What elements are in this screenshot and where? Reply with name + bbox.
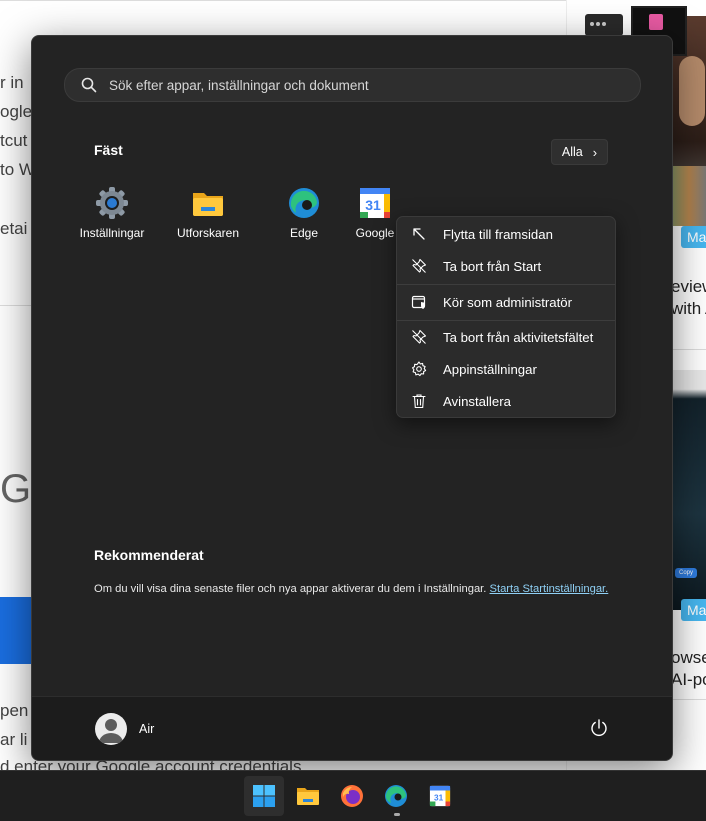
menu-item-label: Avinstallera: [443, 393, 511, 409]
bg-text-fragment: owse: [671, 648, 706, 667]
edge-browser-icon: [287, 186, 321, 220]
trash-icon: [412, 394, 426, 409]
file-explorer-icon: [297, 788, 319, 805]
unpin-icon: [412, 258, 427, 273]
bg-text-fragment: pen: [0, 701, 29, 720]
file-explorer-folder-icon: [191, 186, 225, 220]
menu-item-unpin-from-taskbar[interactable]: Ta bort från aktivitetsfältet: [401, 322, 611, 352]
chevron-right-icon: ›: [592, 144, 598, 160]
menu-item-label: Appinställningar: [443, 361, 537, 377]
recommended-message: Om du vill visa dina senaste filer och n…: [94, 581, 614, 597]
pinned-app-label: Inställningar: [79, 226, 145, 240]
bg-text-fragment: to W: [0, 160, 35, 179]
divider: [0, 305, 32, 306]
start-icon: [253, 785, 275, 807]
user-avatar[interactable]: [95, 713, 127, 745]
svg-text:31: 31: [365, 197, 381, 213]
bg-blue-banner: [0, 597, 32, 664]
menu-separator: [397, 284, 615, 285]
taskbar-start-button[interactable]: [244, 776, 284, 816]
shield-window-icon: [411, 295, 426, 309]
menu-item-label: Kör som administratör: [443, 294, 572, 310]
bg-text-fragment: AI-po: [671, 670, 706, 689]
bg-text-fragment: with A: [671, 299, 706, 318]
menu-separator: [397, 320, 615, 321]
all-apps-button[interactable]: Alla ›: [551, 139, 608, 165]
start-settings-link[interactable]: Starta Startinställningar.: [490, 583, 609, 595]
pinned-app-label: Utforskaren: [176, 226, 240, 240]
thumbnail-image: Copy: [671, 370, 706, 610]
category-tag: Ma: [681, 226, 706, 248]
arrow-up-left-icon: [413, 228, 425, 240]
power-icon[interactable]: [589, 718, 609, 738]
menu-item-uninstall[interactable]: Avinstallera: [401, 386, 611, 416]
search-icon: [81, 77, 97, 93]
unpin-taskbar-icon: [412, 329, 427, 344]
menu-item-label: Ta bort från aktivitetsfältet: [443, 329, 594, 345]
user-name[interactable]: Air: [139, 722, 154, 736]
menu-item-unpin-from-start[interactable]: Ta bort från Start: [401, 251, 611, 281]
bg-text-fragment: eview: [671, 277, 706, 296]
menu-item-app-settings[interactable]: Appinställningar: [401, 354, 611, 384]
taskbar-calendar[interactable]: 31: [420, 776, 460, 816]
all-apps-label: Alla: [561, 145, 583, 159]
menu-item-run-as-admin[interactable]: Kör som administratör: [401, 287, 611, 317]
taskbar-firefox[interactable]: [332, 776, 372, 816]
edge-icon: [385, 785, 407, 807]
taskbar-edge[interactable]: [376, 776, 416, 816]
recommended-section-title: Rekommenderat: [94, 547, 204, 563]
divider: [671, 349, 706, 350]
pinned-section-title: Fäst: [94, 142, 123, 158]
gear-icon: [411, 361, 427, 377]
taskbar: 31: [0, 770, 706, 821]
settings-gear-icon: [95, 186, 129, 220]
firefox-icon: [341, 785, 363, 807]
pinned-app-settings[interactable]: Inställningar: [64, 186, 160, 240]
person-icon: [99, 719, 123, 743]
bg-text-fragment: tcut: [0, 131, 28, 150]
taskbar-file-explorer[interactable]: [288, 776, 328, 816]
thumbnail-window: [585, 14, 623, 36]
app-context-menu: Flytta till framsidan Ta bort från Start…: [396, 216, 616, 418]
divider: [671, 699, 706, 700]
pinned-app-file-explorer[interactable]: Utforskaren: [160, 186, 256, 240]
recommended-text: Om du vill visa dina senaste filer och n…: [94, 583, 490, 595]
bg-text-fragment: etai: [0, 219, 28, 238]
menu-item-label: Ta bort från Start: [443, 258, 542, 274]
menu-item-move-to-front[interactable]: Flytta till framsidan: [401, 219, 611, 249]
search-placeholder: Sök efter appar, inställningar och dokum…: [109, 77, 369, 93]
calendar-icon: 31: [429, 785, 451, 807]
category-tag: Ma: [681, 599, 706, 621]
thumbnail-copy-button: Copy: [675, 568, 697, 578]
google-calendar-icon: 31: [358, 186, 392, 220]
svg-text:31: 31: [434, 794, 444, 803]
menu-item-label: Flytta till framsidan: [443, 226, 553, 242]
divider: [0, 0, 566, 1]
bg-text-fragment: ogle: [0, 102, 33, 121]
running-indicator: [394, 813, 400, 816]
search-input[interactable]: Sök efter appar, inställningar och dokum…: [64, 68, 641, 102]
bg-text-fragment: r in: [0, 73, 24, 92]
start-menu-footer: Air: [32, 696, 672, 760]
bg-text-fragment: ar li: [0, 730, 28, 749]
